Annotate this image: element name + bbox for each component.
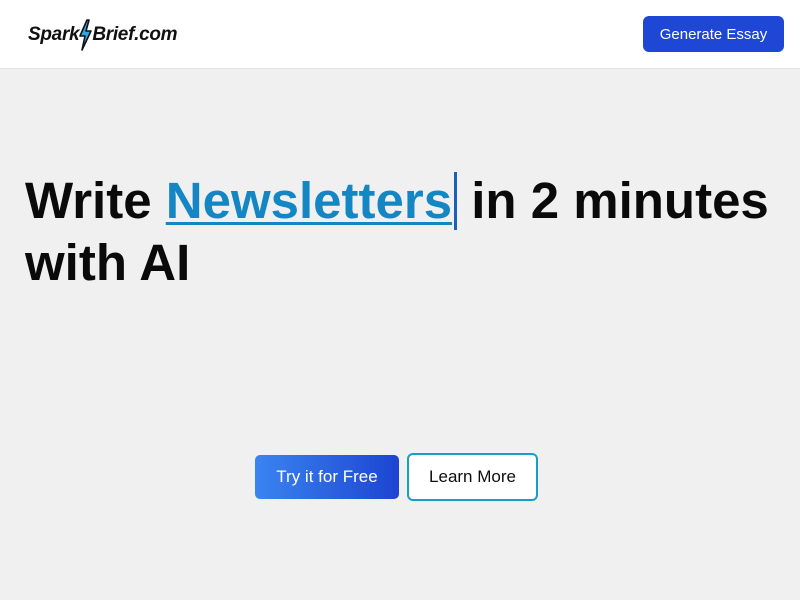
site-header: Spark Brief.com Generate Essay <box>0 0 800 69</box>
lightning-bolt-icon <box>79 19 93 51</box>
hero-title: Write Newsletters in 2 minutes with AI <box>25 170 785 294</box>
site-logo[interactable]: Spark Brief.com <box>28 18 178 52</box>
hero-title-prefix: Write <box>25 172 166 229</box>
generate-essay-button[interactable]: Generate Essay <box>643 16 784 52</box>
learn-more-button[interactable]: Learn More <box>407 453 538 501</box>
logo-text-left: Spark <box>28 24 80 45</box>
logo-text-right: Brief.com <box>92 24 178 45</box>
hero-title-keyword: Newsletters <box>165 172 453 229</box>
try-for-free-button[interactable]: Try it for Free <box>255 455 399 499</box>
